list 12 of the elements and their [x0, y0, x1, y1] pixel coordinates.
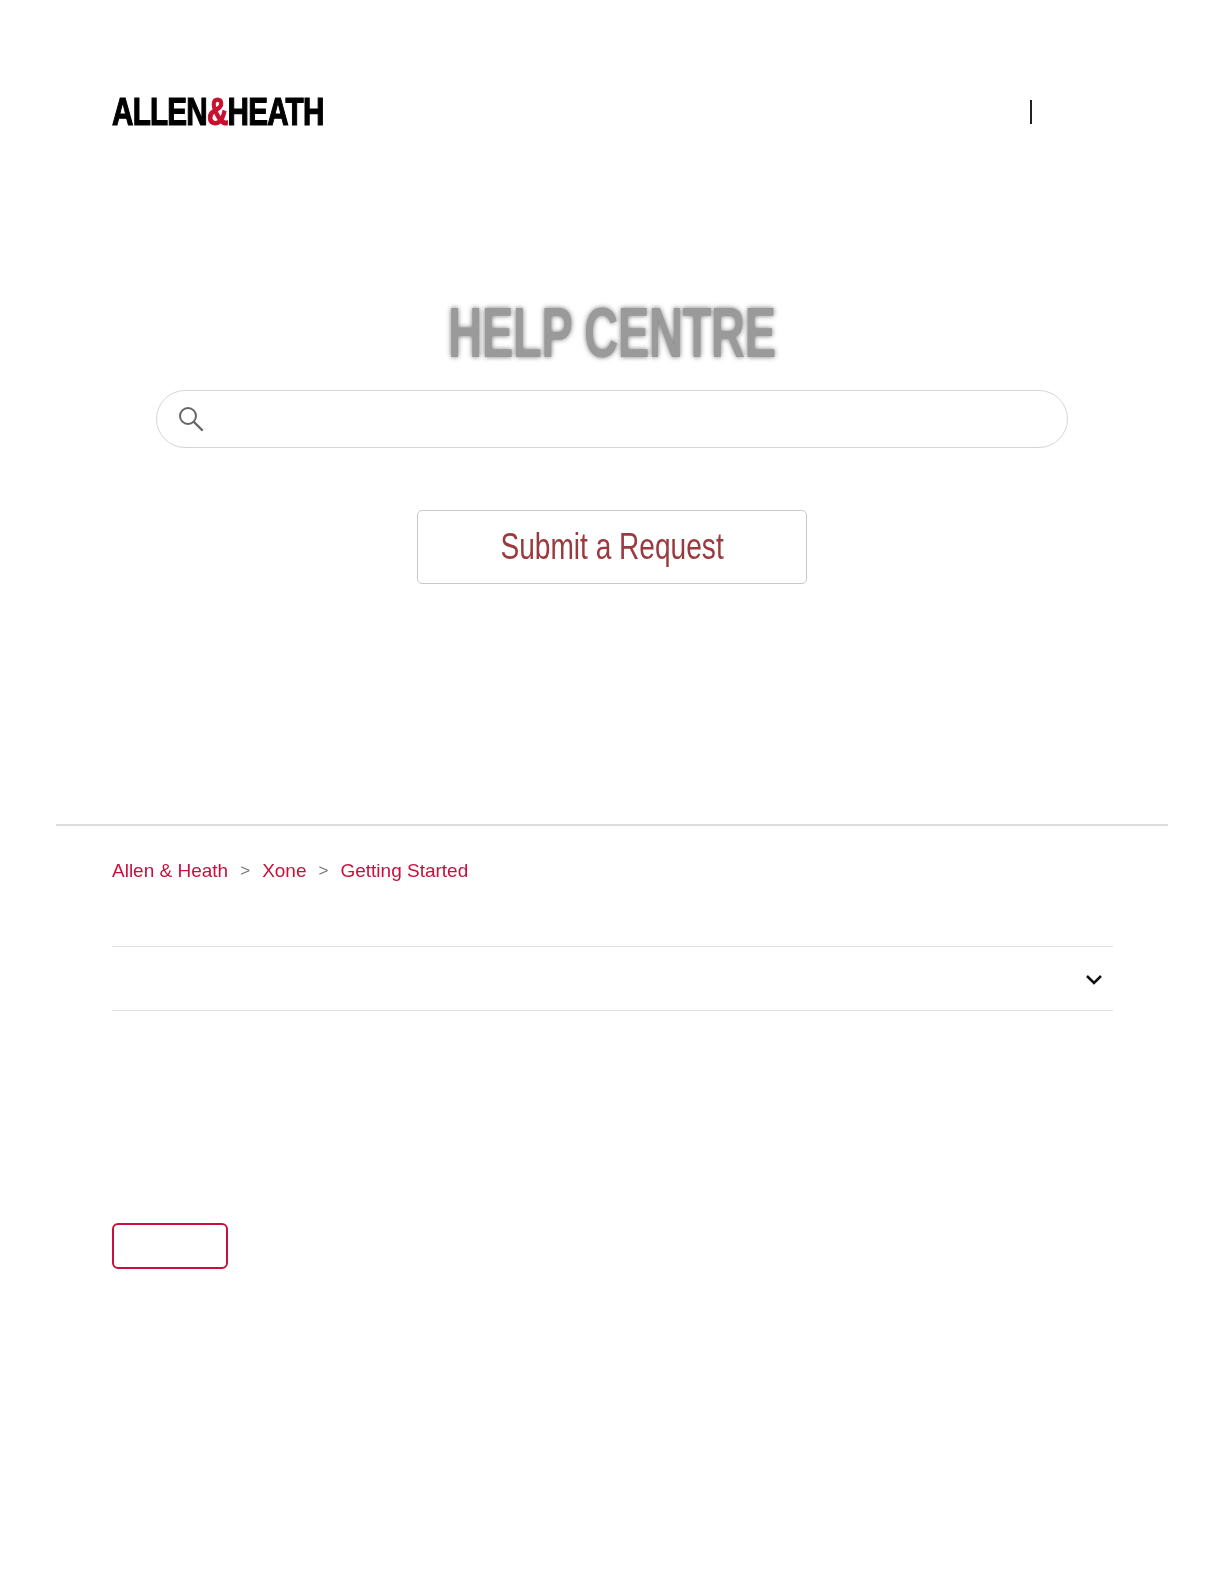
- brand-logo[interactable]: ALLEN&HEATH: [112, 93, 324, 131]
- breadcrumb-link[interactable]: Allen & Heath: [112, 860, 229, 882]
- accordion-header[interactable]: [112, 946, 1113, 1011]
- breadcrumb-link[interactable]: Getting Started: [340, 860, 469, 882]
- breadcrumb-link[interactable]: Xone: [262, 860, 307, 882]
- page-title: HELP CENTRE: [448, 298, 776, 368]
- breadcrumb-separator: >: [240, 861, 251, 881]
- divider-bar: [1030, 100, 1032, 124]
- outline-button[interactable]: [112, 1223, 228, 1269]
- submit-request-button[interactable]: Submit a Request: [417, 510, 807, 584]
- search-icon: [177, 405, 205, 433]
- breadcrumb-separator: >: [318, 861, 329, 881]
